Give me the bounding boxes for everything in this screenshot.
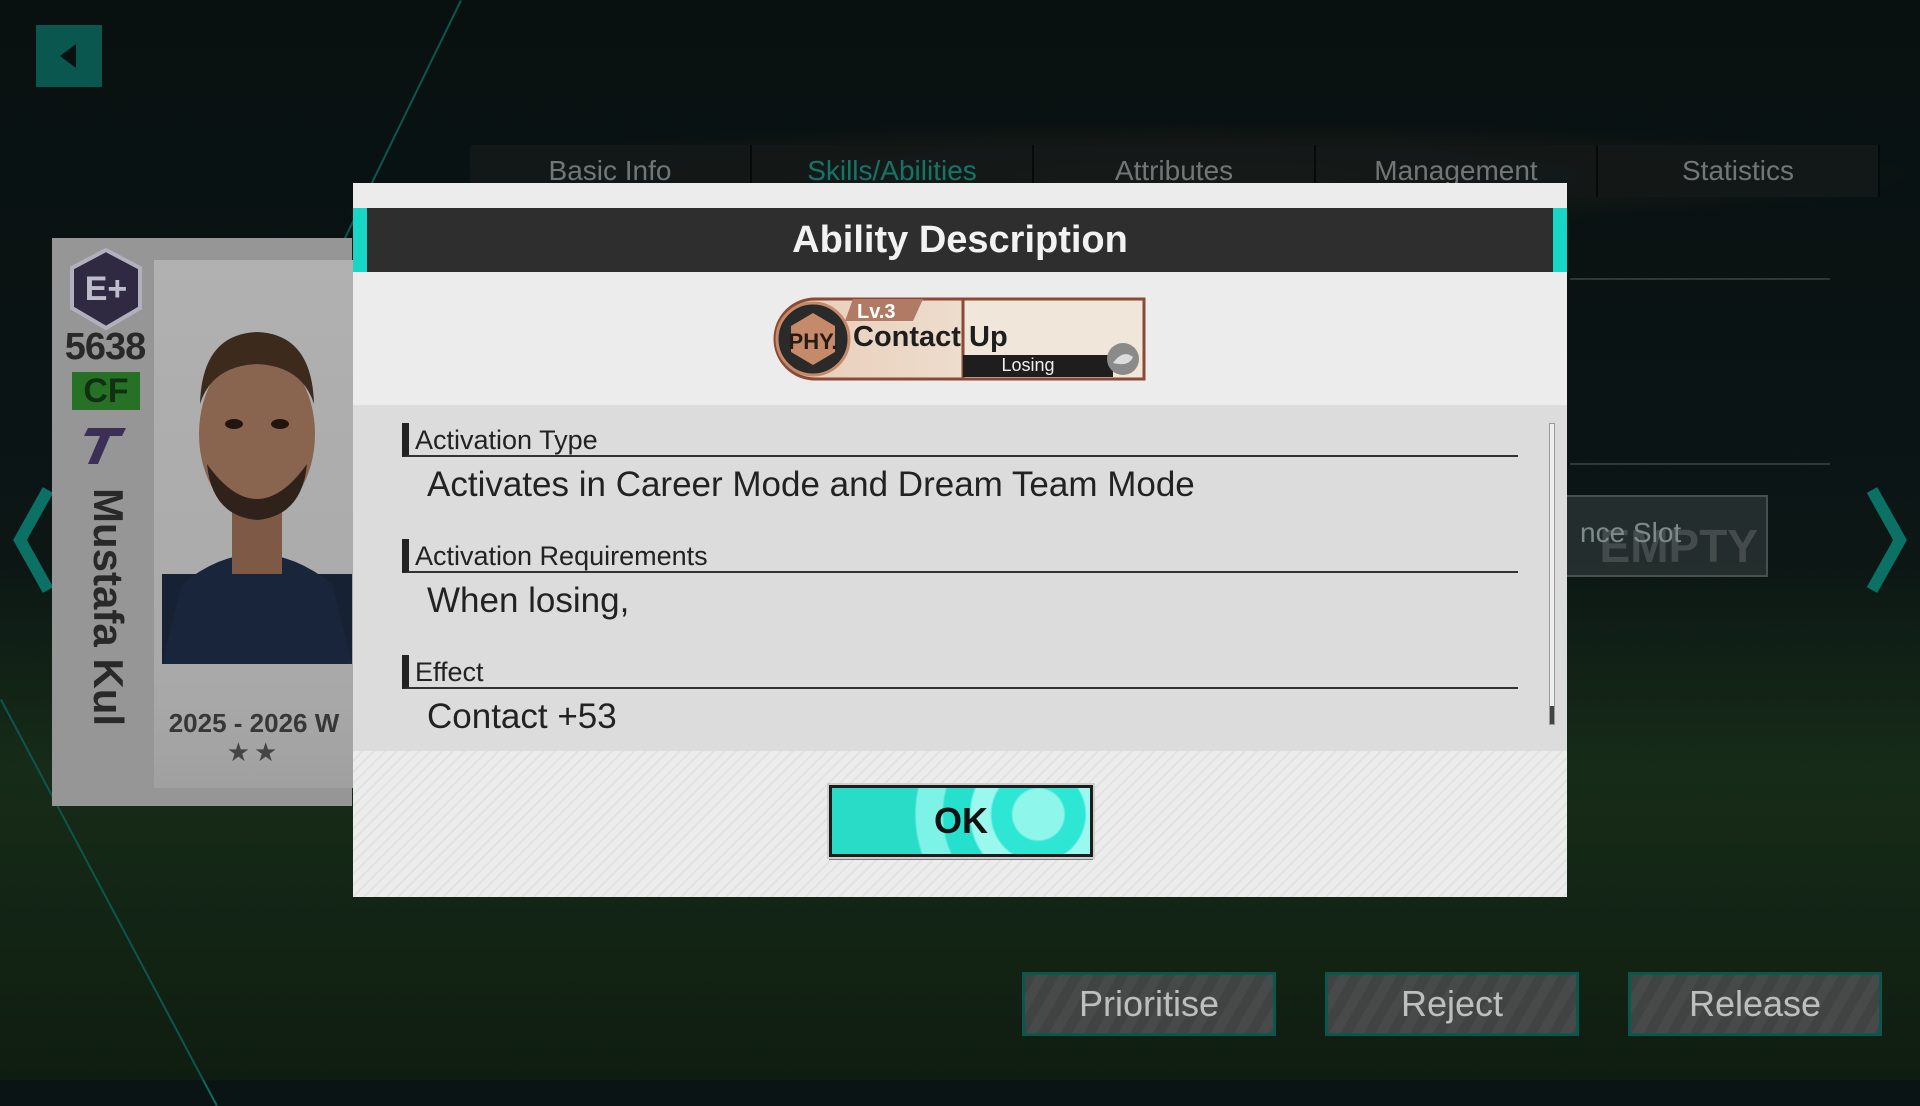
section-heading-effect: Effect — [402, 655, 1518, 689]
ability-condition: Losing — [1001, 355, 1055, 375]
activation-type-text: Activates in Career Mode and Dream Team … — [427, 465, 1195, 504]
ability-badge: PHY. Lv.3 Contact Up Losing — [773, 297, 1146, 381]
dialog-title-bar: Ability Description — [353, 208, 1567, 272]
dialog-footer: OK — [353, 751, 1567, 897]
section-heading-activation-requirements: Activation Requirements — [402, 539, 1518, 573]
ability-category: PHY. — [789, 329, 838, 354]
ability-description-dialog: Ability Description PHY. Lv.3 Contact Up… — [353, 183, 1567, 897]
details-scrollbar[interactable] — [1549, 423, 1555, 725]
title-accent-right — [1553, 208, 1567, 272]
activation-requirements-text: When losing, — [427, 581, 630, 620]
ability-details-panel: Activation Type Activates in Career Mode… — [353, 405, 1567, 751]
section-heading-activation-type: Activation Type — [402, 423, 1518, 457]
effect-text: Contact +53 — [427, 697, 617, 736]
dialog-title: Ability Description — [792, 218, 1128, 261]
title-accent-left — [353, 208, 367, 272]
ok-button[interactable]: OK — [827, 783, 1095, 859]
scrollbar-thumb[interactable] — [1550, 706, 1554, 724]
ability-name: Contact Up — [853, 321, 1008, 353]
